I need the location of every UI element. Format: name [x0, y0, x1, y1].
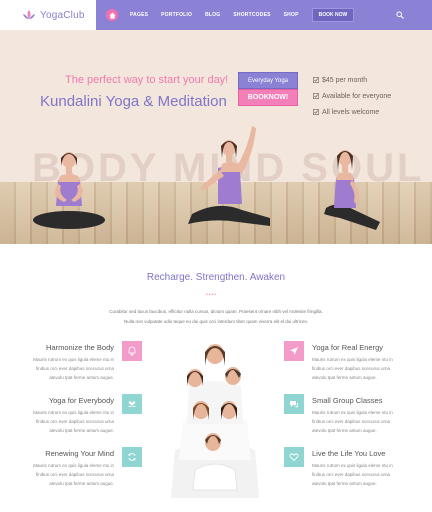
feature-item: Available for everyone	[313, 88, 391, 104]
service-title: Renewing Your Mind	[45, 449, 114, 458]
feature-item: All levels welcome	[313, 104, 391, 120]
feature-text: $45 per month	[322, 76, 368, 84]
pricing-cta: Everyday Yoga BOOKNOW!	[238, 72, 298, 106]
logo[interactable]: YogaClub	[0, 0, 96, 30]
service-description: Mauris rutrum ex quis ligula eleme ntu i…	[33, 463, 114, 486]
service-title: Yoga for Everybody	[48, 396, 114, 405]
yoga-woman-sitting-image	[324, 150, 380, 230]
intro-line: Curabitur sed lacus faucibus, efficitur …	[109, 309, 323, 314]
book-now-cta-button[interactable]: BOOKNOW!	[238, 89, 298, 106]
service-icon-box	[122, 447, 142, 467]
intro-line: Nulla non vulputate odio teque eu dui qu…	[123, 319, 309, 324]
checkbox-check-icon	[313, 77, 319, 83]
nav-shortcodes[interactable]: SHORTCODES	[233, 12, 270, 18]
checkbox-check-icon	[313, 93, 319, 99]
rocket-icon	[290, 347, 298, 355]
group-photo-image	[171, 344, 259, 498]
section-title: Recharge. Strengthen. Awaken	[146, 272, 286, 283]
nav-blog[interactable]: BLOG	[205, 12, 220, 18]
section-intro-text: Curabitur sed lacus faucibus, efficitur …	[90, 307, 342, 327]
nav-pages[interactable]: PAGES	[130, 12, 148, 18]
feature-text: All levels welcome	[322, 108, 380, 116]
feature-list: $45 per month Available for everyone All…	[313, 72, 391, 120]
feature-text: Available for everyone	[322, 92, 392, 100]
group-icon	[128, 401, 136, 407]
service-title: Small Group Classes	[312, 396, 383, 405]
yoga-woman-stretching-image	[188, 126, 270, 226]
service-icon-box	[284, 447, 304, 467]
search-icon[interactable]	[396, 11, 404, 19]
lotus-logo-icon	[23, 10, 35, 19]
site-header: YogaClub PAGES PORTFOLIO BLOG SHORTCODES…	[0, 0, 432, 30]
service-description: Mauris rutrum ex quis ligula eleme ntu i…	[33, 410, 114, 433]
service-title: Yoga for Real Energy	[312, 343, 384, 352]
cta-plan-label: Everyday Yoga	[238, 72, 298, 89]
service-description: Mauris rutrum ex quis ligula eleme ntu i…	[312, 463, 393, 486]
chat-icon	[290, 401, 298, 408]
nav-shop[interactable]: SHOP	[284, 12, 299, 18]
feature-item: $45 per month	[313, 72, 391, 88]
service-title: Harmonize the Body	[46, 343, 114, 352]
section-divider-dots: ••••	[206, 292, 218, 298]
service-title: Live the Life You Love	[312, 449, 386, 458]
bell-icon	[128, 346, 136, 356]
service-description: Mauris rutrum ex quis ligula eleme ntu i…	[312, 357, 393, 380]
service-icon-box	[122, 341, 142, 361]
refresh-icon	[128, 453, 136, 461]
service-icon-box	[284, 394, 304, 414]
home-icon	[108, 11, 116, 19]
service-icon-box	[284, 341, 304, 361]
service-icon-box	[122, 394, 142, 414]
service-description: Mauris rutrum ex quis ligula eleme ntu i…	[312, 410, 393, 433]
main-nav: PAGES PORTFOLIO BLOG SHORTCODES SHOP BOO…	[96, 0, 432, 30]
book-now-button[interactable]: BOOK NOW	[311, 8, 355, 22]
logo-text: YogaClub	[40, 9, 85, 21]
nav-portfolio[interactable]: PORTFOLIO	[161, 12, 192, 18]
checkbox-check-icon	[313, 109, 319, 115]
hero-tagline: The perfect way to start your day!	[65, 74, 229, 86]
yoga-woman-meditating-image	[33, 152, 105, 229]
heart-icon	[289, 453, 299, 462]
hero-headline: Kundalini Yoga & Meditation	[40, 93, 227, 110]
hero-banner: BODY MIND SOUL The perfect way to start …	[0, 30, 432, 244]
home-button[interactable]	[106, 9, 118, 21]
service-description: Mauris rutrum ex quis ligula eleme ntu i…	[33, 357, 114, 380]
